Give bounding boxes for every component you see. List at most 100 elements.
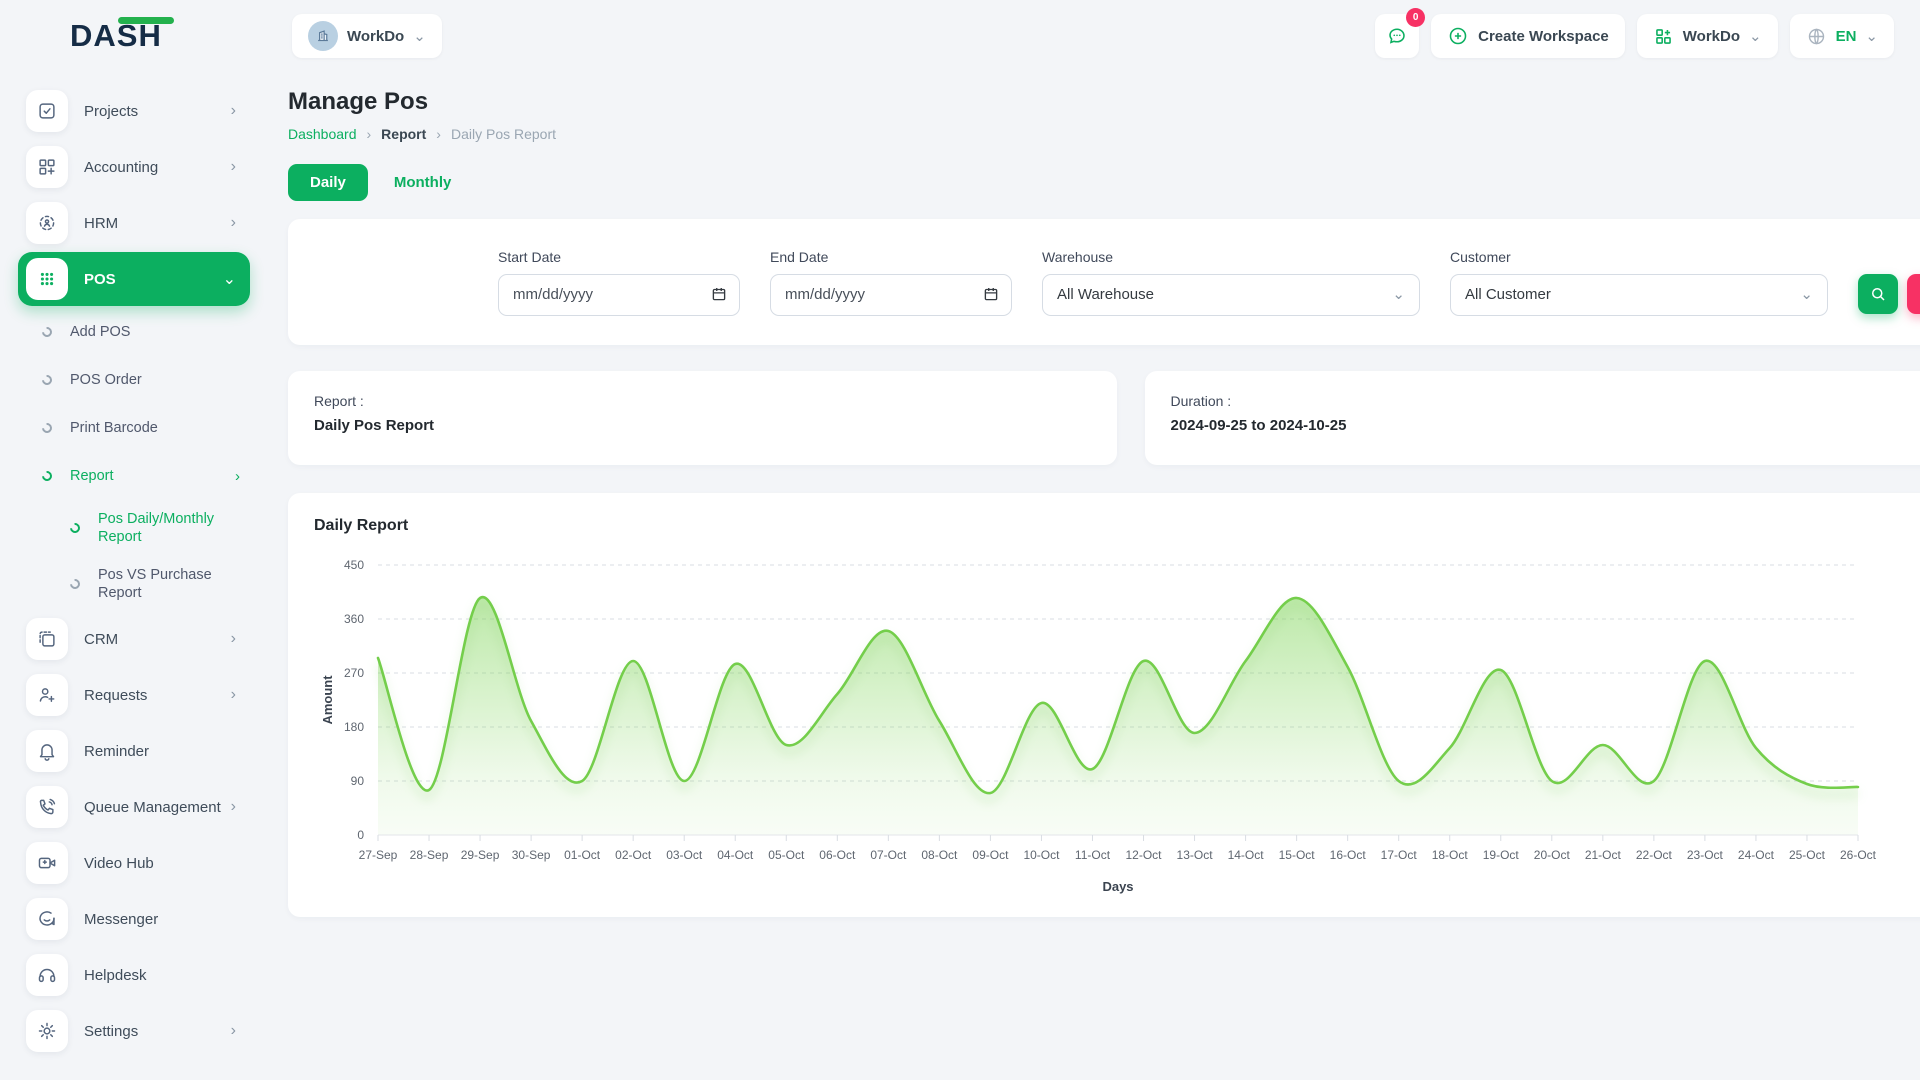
sidebar-subitem-report[interactable]: Report› bbox=[18, 452, 250, 500]
sidebar-subitem-pos-daily-monthly-report[interactable]: Pos Daily/Monthly Report bbox=[18, 500, 250, 556]
sidebar-subitem-print-barcode[interactable]: Print Barcode bbox=[18, 404, 250, 452]
sidebar-item-messenger[interactable]: Messenger bbox=[18, 892, 250, 946]
logo[interactable]: DASH bbox=[0, 18, 264, 54]
x-axis-tick-label: 15-Oct bbox=[1279, 848, 1316, 862]
reset-filter-button[interactable] bbox=[1907, 274, 1920, 314]
x-axis-tick-label: 23-Oct bbox=[1687, 848, 1724, 862]
x-axis-tick-label: 21-Oct bbox=[1585, 848, 1622, 862]
x-axis-tick-label: 29-Sep bbox=[461, 848, 500, 862]
workspace-avatar bbox=[308, 21, 338, 51]
sidebar-item-label: Add POS bbox=[70, 323, 130, 341]
tab-monthly[interactable]: Monthly bbox=[394, 174, 452, 191]
sidebar-item-crm[interactable]: CRM › bbox=[18, 612, 250, 666]
x-axis-tick-label: 01-Oct bbox=[564, 848, 601, 862]
sidebar-item-label: Accounting bbox=[84, 159, 158, 176]
sidebar-item-hrm[interactable]: HRM› bbox=[18, 196, 250, 250]
x-axis-tick-label: 17-Oct bbox=[1381, 848, 1418, 862]
create-workspace-label: Create Workspace bbox=[1478, 28, 1609, 45]
sidebar-nav: Projects›Accounting›HRM›POS⌄Add POSPOS O… bbox=[0, 72, 264, 1080]
create-workspace-button[interactable]: Create Workspace bbox=[1431, 14, 1625, 58]
end-date-input[interactable] bbox=[770, 274, 1012, 316]
x-axis-tick-label: 03-Oct bbox=[666, 848, 703, 862]
sidebar-item-accounting[interactable]: Accounting› bbox=[18, 140, 250, 194]
grid-plus-icon bbox=[1653, 26, 1674, 47]
calendar-icon[interactable] bbox=[982, 285, 1000, 308]
sidebar-subitem-pos-vs-purchase-report[interactable]: Pos VS Purchase Report bbox=[18, 556, 250, 612]
accounting-icon bbox=[26, 146, 68, 188]
warehouse-select[interactable]: All Warehouse ⌄ bbox=[1042, 274, 1420, 316]
warehouse-label: Warehouse bbox=[1042, 249, 1420, 265]
sidebar-item-label: Report bbox=[70, 467, 114, 485]
messages-button[interactable]: 0 bbox=[1375, 14, 1419, 58]
sidebar-item-reminder[interactable]: Reminder bbox=[18, 724, 250, 778]
x-axis-tick-label: 18-Oct bbox=[1432, 848, 1469, 862]
sidebar-item-projects[interactable]: Projects› bbox=[18, 84, 250, 138]
x-axis-tick-label: 06-Oct bbox=[819, 848, 856, 862]
projects-icon bbox=[26, 90, 68, 132]
calendar-icon[interactable] bbox=[710, 285, 728, 308]
chevron-right-icon: › bbox=[231, 630, 236, 648]
summary-row: Report : Daily Pos Report Duration : 202… bbox=[288, 371, 1920, 465]
daily-report-card: Daily Report 09018027036045027-Sep28-Sep… bbox=[288, 493, 1920, 917]
chevron-right-icon: › bbox=[231, 102, 236, 120]
sidebar-item-helpdesk[interactable]: Helpdesk bbox=[18, 948, 250, 1002]
end-date-field: End Date bbox=[770, 249, 1012, 316]
chevron-right-icon: › bbox=[231, 798, 236, 816]
customer-label: Customer bbox=[1450, 249, 1828, 265]
account-dropdown[interactable]: WorkDo ⌄ bbox=[1637, 14, 1778, 58]
sidebar-item-pos[interactable]: POS⌄ bbox=[18, 252, 250, 306]
x-axis-tick-label: 20-Oct bbox=[1534, 848, 1571, 862]
sidebar-item-label: CRM bbox=[84, 631, 118, 648]
chevron-down-icon: ⌄ bbox=[1800, 287, 1813, 302]
y-axis-tick-label: 0 bbox=[357, 828, 364, 842]
duration-summary-card: Duration : 2024-09-25 to 2024-10-25 bbox=[1145, 371, 1920, 465]
sidebar-item-video-hub[interactable]: Video Hub bbox=[18, 836, 250, 890]
settings-icon bbox=[26, 1010, 68, 1052]
sidebar-item-label: Messenger bbox=[84, 911, 158, 928]
sidebar-item-label: POS bbox=[84, 271, 116, 288]
x-axis-tick-label: 09-Oct bbox=[972, 848, 1009, 862]
sidebar-item-label: Requests bbox=[84, 687, 147, 704]
page-title: Manage Pos bbox=[288, 88, 556, 116]
chevron-right-icon: › bbox=[231, 214, 236, 232]
requests-icon bbox=[26, 674, 68, 716]
breadcrumb-dashboard[interactable]: Dashboard bbox=[288, 126, 357, 142]
x-axis-tick-label: 28-Sep bbox=[410, 848, 449, 862]
sidebar-subitem-pos-order[interactable]: POS Order bbox=[18, 356, 250, 404]
sidebar-item-queue-management[interactable]: Queue Management› bbox=[18, 780, 250, 834]
chevron-right-icon: › bbox=[436, 126, 441, 142]
x-axis-tick-label: 02-Oct bbox=[615, 848, 652, 862]
chevron-down-icon: ⌄ bbox=[1392, 287, 1405, 302]
y-axis-tick-label: 270 bbox=[344, 666, 364, 680]
y-axis-tick-label: 90 bbox=[351, 774, 365, 788]
start-date-input[interactable] bbox=[498, 274, 740, 316]
chevron-right-icon: › bbox=[367, 126, 372, 142]
x-axis-tick-label: 16-Oct bbox=[1330, 848, 1367, 862]
sidebar-item-requests[interactable]: Requests› bbox=[18, 668, 250, 722]
x-axis-tick-label: 12-Oct bbox=[1126, 848, 1163, 862]
workspace-switcher[interactable]: WorkDo ⌄ bbox=[292, 14, 442, 58]
top-bar: DASH WorkDo ⌄ 0 Create Workspace WorkDo … bbox=[0, 0, 1920, 72]
globe-icon bbox=[1806, 26, 1827, 47]
x-axis-tick-label: 08-Oct bbox=[921, 848, 958, 862]
breadcrumb-report[interactable]: Report bbox=[381, 126, 426, 142]
customer-select[interactable]: All Customer ⌄ bbox=[1450, 274, 1828, 316]
x-axis-tick-label: 27-Sep bbox=[359, 848, 398, 862]
hrm-icon bbox=[26, 202, 68, 244]
start-date-field: Start Date bbox=[498, 249, 740, 316]
x-axis-tick-label: 25-Oct bbox=[1789, 848, 1826, 862]
bullet-icon bbox=[40, 373, 54, 387]
sidebar-item-settings[interactable]: Settings› bbox=[18, 1004, 250, 1058]
sidebar-subitem-add-pos[interactable]: Add POS bbox=[18, 308, 250, 356]
duration-label: Duration : bbox=[1171, 393, 1920, 409]
apply-filter-button[interactable] bbox=[1858, 274, 1898, 314]
sidebar-item-label: Video Hub bbox=[84, 855, 154, 872]
language-selector[interactable]: EN ⌄ bbox=[1790, 14, 1894, 58]
start-date-label: Start Date bbox=[498, 249, 740, 265]
page-header: Manage Pos Dashboard › Report › Daily Po… bbox=[288, 88, 1920, 142]
tab-daily[interactable]: Daily bbox=[288, 164, 368, 201]
x-axis-tick-label: 22-Oct bbox=[1636, 848, 1673, 862]
crm-icon bbox=[26, 618, 68, 660]
video-icon bbox=[26, 842, 68, 884]
x-axis-tick-label: 10-Oct bbox=[1023, 848, 1060, 862]
